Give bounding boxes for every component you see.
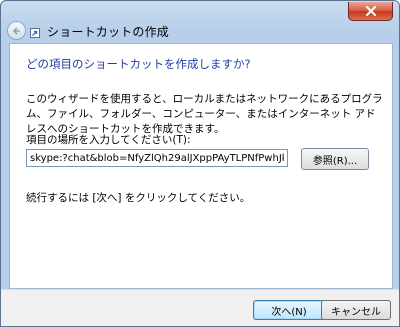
browse-button[interactable]: 参照(R)... <box>301 148 369 170</box>
wizard-window: ショートカットの作成 どの項目のショートカットを作成しますか? このウィザードを… <box>0 0 400 327</box>
description-text: このウィザードを使用すると、ローカルまたはネットワークにあるプログラム、ファイル… <box>26 93 383 135</box>
shortcut-wizard-icon <box>30 28 40 38</box>
button-bar: 次へ(N) キャンセル <box>1 289 399 326</box>
wizard-content: どの項目のショートカットを作成しますか? このウィザードを使用すると、ローカルま… <box>9 43 393 289</box>
close-button[interactable] <box>348 2 393 21</box>
close-icon <box>365 6 376 16</box>
title-bar[interactable]: ショートカットの作成 <box>1 1 399 40</box>
location-input[interactable] <box>26 149 288 167</box>
back-button[interactable] <box>7 21 26 40</box>
next-button[interactable]: 次へ(N) <box>253 300 325 320</box>
back-arrow-icon <box>12 26 20 35</box>
location-label: 項目の場所を入力してください(T): <box>26 134 191 146</box>
page-heading: どの項目のショートカットを作成しますか? <box>26 57 251 71</box>
wizard-title: ショートカットの作成 <box>47 25 170 39</box>
instruction-text: 続行するには [次へ] をクリックしてください。 <box>26 192 251 204</box>
cancel-button[interactable]: キャンセル <box>321 300 391 320</box>
